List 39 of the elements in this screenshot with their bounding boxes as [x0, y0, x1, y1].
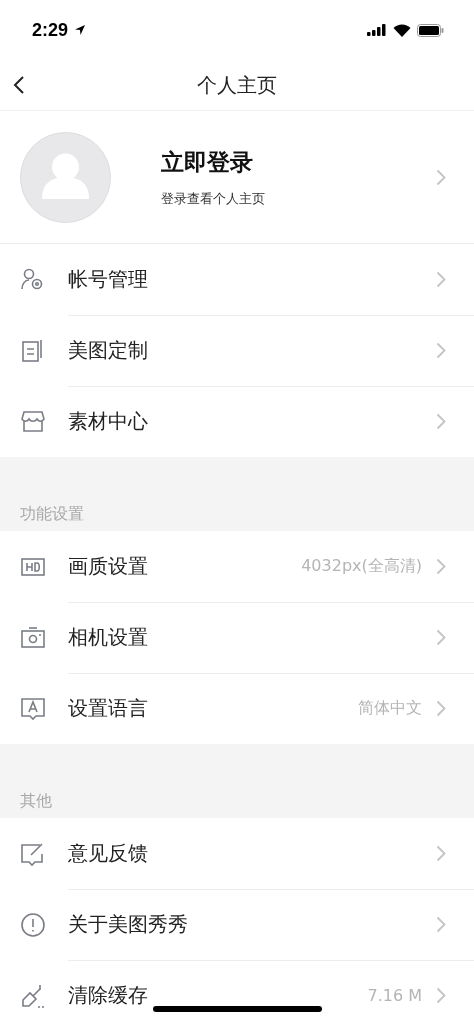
menu-label: 美图定制: [68, 336, 149, 364]
chevron-right-icon: [436, 270, 446, 288]
location-arrow-icon: [74, 24, 87, 36]
feedback-icon: [20, 840, 46, 867]
chevron-right-icon: [436, 700, 446, 717]
chevron-right-icon: [436, 915, 446, 933]
chevron-right-icon: [436, 413, 446, 430]
back-icon[interactable]: [12, 74, 26, 96]
menu-label: 清除缓存: [68, 982, 149, 1009]
menu-value: 4032px(全高清): [301, 555, 422, 577]
login-subtitle: 登录查看个人主页: [161, 189, 266, 208]
chevron-right-icon: [436, 557, 446, 575]
menu-label: 素材中心: [68, 408, 149, 435]
chevron-right-icon: [436, 844, 446, 862]
menu-label: 意见反馈: [68, 839, 149, 867]
section-header: 其他: [20, 791, 52, 812]
broom-icon: [20, 982, 46, 1009]
menu-label: 关于美图秀秀: [68, 910, 189, 938]
status-time: 2:29: [32, 19, 69, 41]
wifi-icon: [393, 23, 411, 37]
chevron-right-icon: [436, 168, 446, 186]
section-header: 功能设置: [20, 504, 84, 525]
menu-value: 7.16 M: [367, 986, 422, 1005]
menu-value: 简体中文: [358, 698, 422, 719]
menu-label: 帐号管理: [68, 265, 149, 293]
store-icon: [20, 408, 46, 435]
chevron-right-icon: [436, 987, 446, 1004]
page-title: 个人主页: [197, 71, 277, 99]
battery-icon: [417, 23, 444, 37]
signal-icon: [367, 24, 387, 36]
menu-label: 相机设置: [68, 623, 149, 651]
login-title[interactable]: 立即登录: [161, 146, 436, 178]
menu-label: 画质设置: [68, 552, 149, 580]
camera-icon: [20, 624, 46, 651]
chevron-right-icon: [436, 628, 446, 646]
info-icon: [20, 911, 46, 938]
chevron-right-icon: [436, 341, 446, 359]
menu-label: 设置语言: [68, 695, 149, 722]
language-icon: [20, 695, 46, 722]
